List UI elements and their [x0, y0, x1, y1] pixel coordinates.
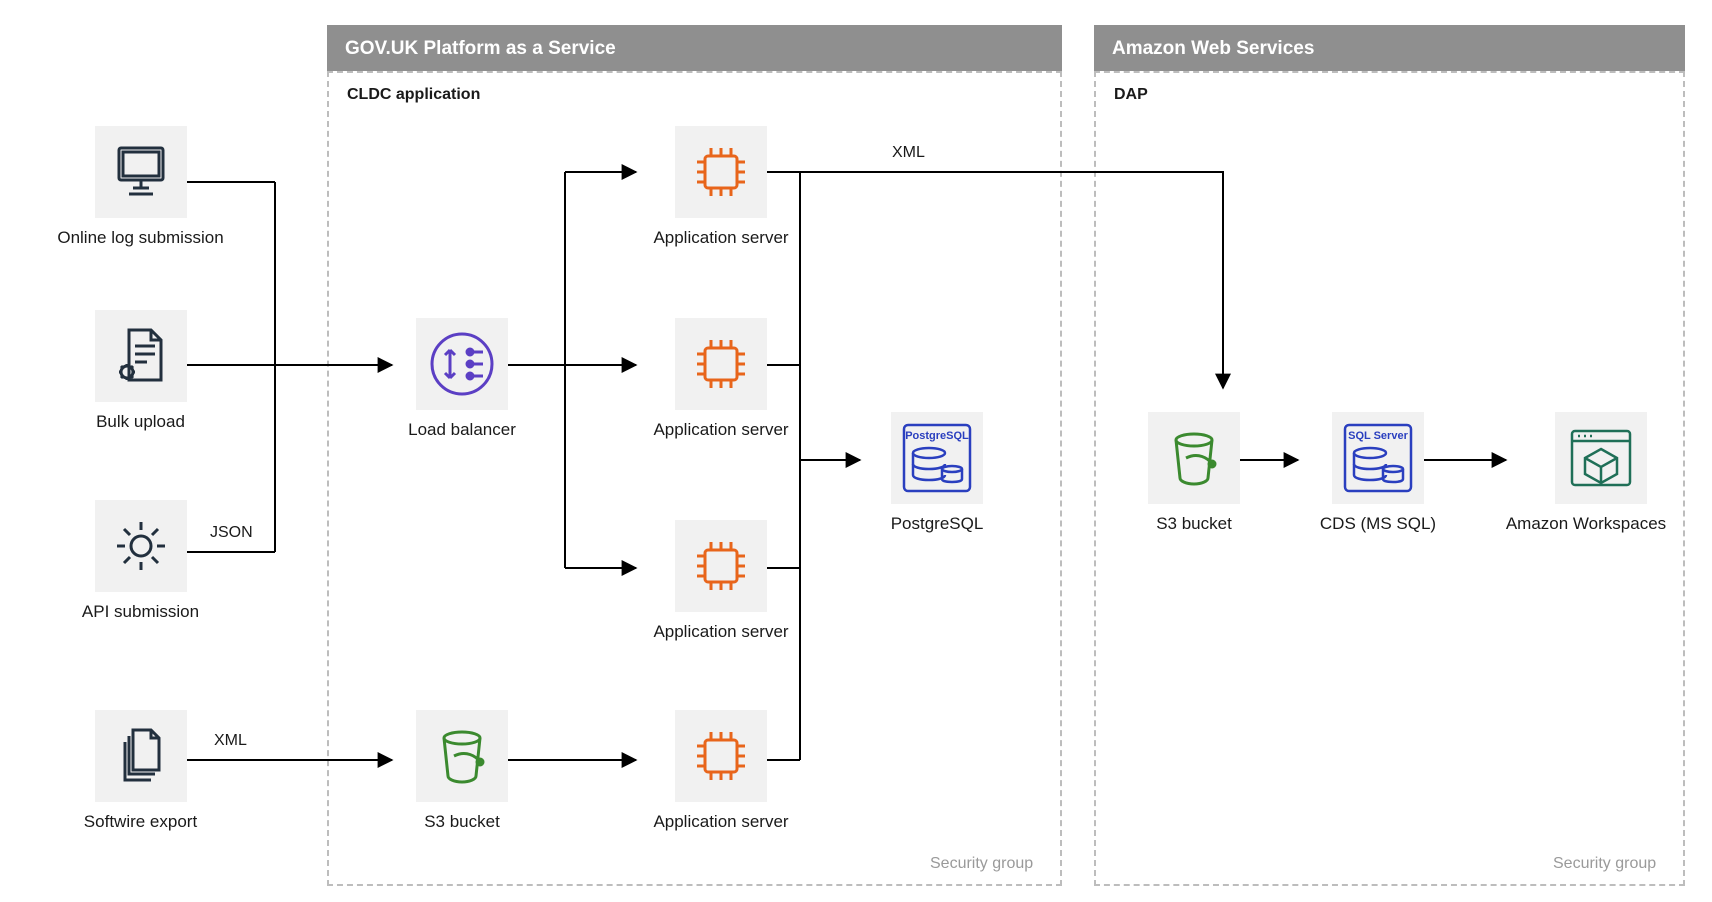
node-postgres: PostgreSQL PostgreSQL: [862, 412, 1012, 534]
node-label: Application server: [636, 420, 806, 440]
chip-icon: [675, 520, 767, 612]
node-workspaces: Amazon Workspaces: [1506, 412, 1696, 534]
documents-icon: [95, 710, 187, 802]
workspace-icon: [1555, 412, 1647, 504]
chip-icon: [675, 710, 767, 802]
load-balancer-icon: [416, 318, 508, 410]
chip-icon: [675, 318, 767, 410]
aws-region-header: Amazon Web Services: [1094, 25, 1685, 71]
paas-subtitle: CLDC application: [347, 86, 480, 104]
node-app-server-3: Application server: [636, 520, 806, 642]
paas-security-label: Security group: [930, 855, 1033, 873]
node-online-log: Online log submission: [48, 126, 233, 248]
node-s3-paas: S3 bucket: [392, 710, 532, 832]
node-label: Load balancer: [392, 420, 532, 440]
node-label: Bulk upload: [48, 412, 233, 432]
aws-security-label: Security group: [1553, 855, 1656, 873]
node-softwire-export: Softwire export: [48, 710, 233, 832]
node-label: Application server: [636, 622, 806, 642]
node-label: API submission: [48, 602, 233, 622]
node-bulk-upload: Bulk upload: [48, 310, 233, 432]
node-label: Application server: [636, 228, 806, 248]
node-cds: SQL Server CDS (MS SQL): [1298, 412, 1458, 534]
database-icon: SQL Server: [1332, 412, 1424, 504]
database-icon: PostgreSQL: [891, 412, 983, 504]
aws-subtitle: DAP: [1114, 86, 1148, 104]
node-label: S3 bucket: [392, 812, 532, 832]
node-label: Online log submission: [48, 228, 233, 248]
document-gear-icon: [95, 310, 187, 402]
node-load-balancer: Load balancer: [392, 318, 532, 440]
node-label: Amazon Workspaces: [1476, 514, 1696, 534]
node-s3-aws: S3 bucket: [1124, 412, 1264, 534]
edge-label-xml-aws: XML: [892, 144, 925, 162]
svg-text:PostgreSQL: PostgreSQL: [905, 430, 969, 442]
node-label: S3 bucket: [1124, 514, 1264, 534]
svg-text:SQL Server: SQL Server: [1348, 430, 1408, 442]
node-app-server-4: Application server: [636, 710, 806, 832]
node-label: PostgreSQL: [862, 514, 1012, 534]
computer-icon: [95, 126, 187, 218]
bucket-icon: [1148, 412, 1240, 504]
node-label: CDS (MS SQL): [1298, 514, 1458, 534]
node-app-server-1: Application server: [636, 126, 806, 248]
node-api-submission: API submission: [48, 500, 233, 622]
node-label: Softwire export: [48, 812, 233, 832]
chip-icon: [675, 126, 767, 218]
bucket-icon: [416, 710, 508, 802]
node-app-server-2: Application server: [636, 318, 806, 440]
paas-region-header: GOV.UK Platform as a Service: [327, 25, 1062, 71]
gear-icon: [95, 500, 187, 592]
node-label: Application server: [636, 812, 806, 832]
